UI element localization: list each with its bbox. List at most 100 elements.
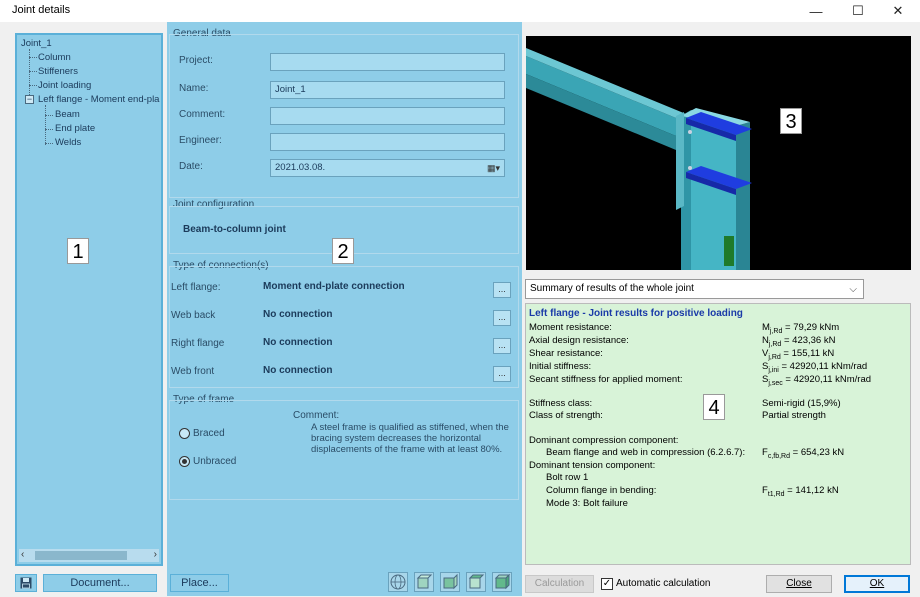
edit-web-back-button[interactable]: ... <box>493 310 511 326</box>
panel-number-4: 4 <box>703 394 725 420</box>
bolt-row-label: Bolt row 1 <box>546 472 589 483</box>
result-label: Moment resistance: <box>529 322 612 333</box>
tree-item-end-plate[interactable]: End plate <box>55 123 95 134</box>
connection-label-web-back: Web back <box>171 310 216 321</box>
globe-view-icon[interactable] <box>388 572 408 592</box>
automatic-calculation-checkbox[interactable]: ✓ <box>601 578 613 590</box>
joint-config-value: Beam-to-column joint <box>183 224 286 235</box>
tree-horizontal-scrollbar[interactable]: ‹ › <box>19 549 159 562</box>
minimize-button[interactable]: — <box>796 0 836 22</box>
joint-tree-panel[interactable]: Joint_1 Column Stiffeners Joint loading … <box>15 33 163 566</box>
tree-item-stiffeners[interactable]: Stiffeners <box>38 66 78 77</box>
title-bar: Joint details — ☐ ✕ <box>0 0 920 22</box>
unbraced-radio[interactable] <box>179 456 190 467</box>
result-value: Sj,ini = 42920,11 kNm/rad <box>762 361 868 374</box>
connection-value-web-back: No connection <box>263 309 333 320</box>
floppy-disk-icon <box>20 577 32 589</box>
close-button[interactable]: Close <box>766 575 832 593</box>
date-value: 2021.03.08. <box>275 162 326 173</box>
comment-label: Comment: <box>179 109 226 120</box>
result-value: Mj,Rd = 79,29 kNm <box>762 322 840 335</box>
edit-left-flange-button[interactable]: ... <box>493 282 511 298</box>
automatic-calculation-label: Automatic calculation <box>616 578 711 589</box>
connection-label-left-flange: Left flange: <box>171 282 221 293</box>
compression-item: Beam flange and web in compression (6.2.… <box>546 447 746 458</box>
strength-class-label: Class of strength: <box>529 410 603 421</box>
result-value: Sj,sec = 42920,11 kNm/rad <box>762 374 872 387</box>
braced-label: Braced <box>193 428 225 439</box>
joint-3d-model <box>526 48 752 270</box>
save-button[interactable] <box>15 574 37 592</box>
date-picker[interactable]: 2021.03.08. ▦▾ <box>270 159 505 177</box>
stiffness-class-value: Semi-rigid (15,9%) <box>762 398 841 409</box>
collapse-icon[interactable]: − <box>25 95 34 104</box>
tree-root-joint[interactable]: Joint_1 <box>21 38 52 49</box>
failure-mode: Mode 3: Bolt failure <box>546 498 628 509</box>
unbraced-label: Unbraced <box>193 456 237 467</box>
calendar-dropdown-icon[interactable]: ▦▾ <box>487 160 500 176</box>
connection-value-web-front: No connection <box>263 365 333 376</box>
braced-radio[interactable] <box>179 428 190 439</box>
tension-item: Column flange in bending: <box>546 485 657 496</box>
ok-button[interactable]: OK <box>844 575 910 593</box>
close-window-button[interactable]: ✕ <box>878 0 918 22</box>
place-button[interactable]: Place... <box>170 574 229 592</box>
panel-number-1: 1 <box>67 238 89 264</box>
top-view-icon[interactable] <box>466 572 486 592</box>
results-panel: Left flange - Joint results for positive… <box>525 303 911 565</box>
edit-web-front-button[interactable]: ... <box>493 366 511 382</box>
result-label: Shear resistance: <box>529 348 603 359</box>
scroll-left-icon[interactable]: ‹ <box>21 549 24 560</box>
project-input[interactable] <box>270 53 505 71</box>
results-heading: Left flange - Joint results for positive… <box>529 308 743 319</box>
tension-value: Ft1,Rd = 141,12 kN <box>762 485 839 498</box>
tree-item-beam[interactable]: Beam <box>55 109 80 120</box>
name-label: Name: <box>179 83 209 94</box>
result-value: Nj,Rd = 423,36 kN <box>762 335 836 348</box>
side-view-icon[interactable] <box>440 572 460 592</box>
engineer-label: Engineer: <box>179 135 222 146</box>
results-summary-selected: Summary of results of the whole joint <box>530 283 694 294</box>
comment-input[interactable] <box>270 107 505 125</box>
stiffness-class-label: Stiffness class: <box>529 398 593 409</box>
date-label: Date: <box>179 161 203 172</box>
connection-label-right-flange: Right flange <box>171 338 225 349</box>
iso-view-icon[interactable] <box>492 572 512 592</box>
tree-item-left-flange[interactable]: Left flange - Moment end-pla <box>38 94 159 105</box>
tree-connector <box>45 129 53 130</box>
tree-connector <box>29 57 37 58</box>
tree-connector <box>45 143 53 144</box>
tree-item-joint-loading[interactable]: Joint loading <box>38 80 91 91</box>
tree-connector <box>45 115 53 116</box>
edit-right-flange-button[interactable]: ... <box>493 338 511 354</box>
chevron-down-icon[interactable]: ⌵ <box>849 281 857 299</box>
document-button[interactable]: Document... <box>43 574 157 592</box>
scroll-right-icon[interactable]: › <box>154 549 157 560</box>
panel-number-2: 2 <box>332 238 354 264</box>
calculation-button[interactable]: Calculation <box>525 575 594 593</box>
connection-label-web-front: Web front <box>171 366 215 377</box>
front-view-icon[interactable] <box>414 572 434 592</box>
panel-number-3: 3 <box>780 108 802 134</box>
tree-connector <box>29 85 37 86</box>
result-label: Secant stiffness for applied moment: <box>529 374 683 385</box>
frame-comment-text: A steel frame is qualified as stiffened,… <box>311 422 509 455</box>
connection-value-right-flange: No connection <box>263 337 333 348</box>
name-input[interactable]: Joint_1 <box>270 81 505 99</box>
tree-item-welds[interactable]: Welds <box>55 137 81 148</box>
joint-3d-view[interactable] <box>526 36 911 270</box>
joint-data-panel: General data Project: Name: Joint_1 Comm… <box>167 22 522 596</box>
scrollbar-thumb[interactable] <box>35 551 127 560</box>
compression-value: Fc,fb,Rd = 654,23 kN <box>762 447 845 460</box>
tree-connector <box>45 105 46 145</box>
strength-class-value: Partial strength <box>762 410 826 421</box>
results-summary-select[interactable]: Summary of results of the whole joint ⌵ <box>525 279 864 299</box>
result-label: Axial design resistance: <box>529 335 629 346</box>
connection-value-left-flange: Moment end-plate connection <box>263 281 405 292</box>
maximize-button[interactable]: ☐ <box>838 0 878 22</box>
engineer-input[interactable] <box>270 133 505 151</box>
tree-item-column[interactable]: Column <box>38 52 71 63</box>
dominant-compression-label: Dominant compression component: <box>529 435 679 446</box>
tree-connector <box>29 71 37 72</box>
project-label: Project: <box>179 55 213 66</box>
